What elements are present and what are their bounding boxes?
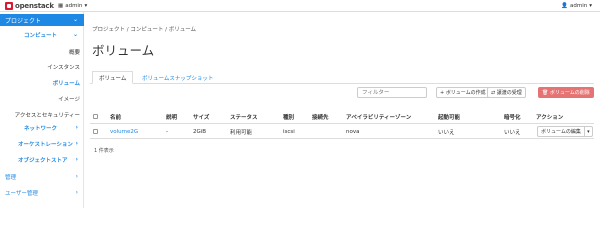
column-header-name[interactable]: 名前	[110, 109, 121, 124]
sidebar-item-label: プロジェクト	[5, 17, 42, 25]
accept-transfer-button[interactable]: ⇄ 譲渡の受理	[487, 87, 526, 98]
sidebar-item-object-store[interactable]: オブジェクトストア ›	[0, 155, 84, 165]
row-checkbox[interactable]	[93, 124, 98, 139]
sidebar-item-label: オーケストレーション	[18, 142, 73, 148]
sidebar-item-admin[interactable]: 管理 ›	[0, 172, 84, 182]
volume-description: -	[166, 128, 168, 135]
sidebar-item-identity[interactable]: ユーザー管理 ›	[0, 188, 84, 198]
page-title: ボリューム	[92, 43, 155, 58]
sidebar-item-orchestration[interactable]: オーケストレーション ›	[0, 139, 84, 149]
sidebar-item-instances[interactable]: インスタンス	[0, 62, 84, 72]
sidebar-item-label: コンピュート	[24, 33, 58, 39]
volume-size: 2GiB	[193, 128, 207, 135]
sidebar-item-access-security[interactable]: アクセスとセキュリティー	[0, 110, 84, 120]
delete-volumes-button[interactable]: 🗑 ボリュームの削除	[538, 87, 594, 98]
sidebar-item-label: 管理	[5, 175, 17, 181]
create-volume-button[interactable]: + ボリュームの作成	[436, 87, 490, 98]
sidebar-item-project[interactable]: プロジェクト ⌄	[0, 14, 84, 26]
project-selector-icon: ▦	[58, 3, 64, 9]
table-toolbar: + ボリュームの作成 ⇄ 譲渡の受理 🗑 ボリュームの削除	[84, 87, 600, 99]
project-selector[interactable]: ▦ admin ▾	[58, 3, 87, 9]
column-header-bootable[interactable]: 起動可能	[438, 109, 460, 124]
column-header-size[interactable]: サイズ	[193, 109, 209, 124]
chevron-right-icon: ›	[75, 189, 78, 196]
main-content: プロジェクト / コンピュート / ボリューム ボリューム ボリューム ボリュー…	[84, 12, 600, 208]
table-header-row: 名前 説明 サイズ ステータス 種別 接続先 アベイラビリティーゾーン 起動可能…	[90, 109, 594, 124]
column-header-status[interactable]: ステータス	[230, 109, 258, 124]
openstack-logo[interactable]: openstack	[5, 2, 54, 10]
chevron-right-icon: ›	[75, 140, 78, 147]
project-selector-label: admin	[65, 3, 83, 9]
chevron-down-icon: ⌄	[72, 31, 78, 38]
chevron-right-icon: ›	[75, 173, 78, 180]
sidebar-item-label: ユーザー管理	[5, 191, 38, 197]
logo-text: openstack	[15, 2, 54, 10]
sidebar-item-compute[interactable]: コンピュート ⌄	[0, 30, 84, 40]
top-bar: openstack ▦ admin ▾ 👤 admin ▾	[0, 0, 600, 12]
breadcrumb: プロジェクト / コンピュート / ボリューム	[92, 27, 197, 33]
sidebar-item-overview[interactable]: 概要	[0, 47, 84, 57]
volumes-table: 名前 説明 サイズ ステータス 種別 接続先 アベイラビリティーゾーン 起動可能…	[90, 109, 594, 139]
sidebar-item-label: インスタンス	[47, 65, 80, 71]
select-all-checkbox[interactable]	[93, 109, 98, 124]
user-icon: 👤	[561, 3, 568, 9]
volume-encrypted: いいえ	[504, 129, 521, 136]
user-menu[interactable]: 👤 admin ▾	[561, 3, 592, 9]
user-menu-label: admin	[570, 3, 588, 9]
chevron-right-icon: ›	[75, 124, 78, 131]
volume-name-link[interactable]: volume2G	[110, 124, 138, 139]
filter-input[interactable]	[357, 87, 427, 98]
edit-volume-action: ボリュームの編集 ▾	[537, 126, 593, 137]
sidebar-item-network[interactable]: ネットワーク ›	[0, 123, 84, 133]
column-header-description[interactable]: 説明	[166, 109, 177, 124]
chevron-down-icon: ▾	[589, 3, 592, 9]
tab-bar: ボリューム ボリュームスナップショット	[90, 71, 594, 84]
column-header-type[interactable]: 種別	[283, 109, 294, 124]
openstack-logo-icon	[5, 2, 13, 10]
sidebar-item-label: ボリューム	[52, 81, 80, 87]
sidebar-item-label: ネットワーク	[24, 126, 58, 132]
chevron-down-icon[interactable]: ▾	[583, 126, 592, 137]
column-header-attached-to[interactable]: 接続先	[312, 109, 329, 124]
sidebar-item-label: 概要	[68, 50, 80, 56]
column-header-actions: アクション	[536, 114, 564, 121]
table-row: volume2G - 2GiB 利用可能 iscsi nova いいえ いいえ …	[90, 124, 594, 139]
edit-volume-button[interactable]: ボリュームの編集	[538, 128, 584, 135]
volume-status: 利用可能	[230, 129, 253, 136]
chevron-down-icon: ⌄	[72, 16, 78, 23]
column-header-availability-zone[interactable]: アベイラビリティーゾーン	[346, 109, 411, 124]
column-header-encrypted[interactable]: 暗号化	[504, 109, 521, 124]
tab-volumes[interactable]: ボリューム	[92, 71, 134, 84]
sidebar-item-label: イメージ	[58, 97, 80, 103]
chevron-down-icon: ▾	[84, 3, 88, 9]
tab-volume-snapshots[interactable]: ボリュームスナップショット	[136, 71, 219, 84]
sidebar-item-label: オブジェクトストア	[18, 158, 68, 164]
volume-bootable: いいえ	[438, 129, 455, 136]
volume-zone: nova	[346, 128, 360, 135]
volume-type: iscsi	[283, 128, 295, 135]
sidebar-item-volumes[interactable]: ボリューム	[0, 78, 84, 88]
sidebar-item-images[interactable]: イメージ	[0, 94, 84, 104]
chevron-right-icon: ›	[75, 156, 78, 163]
sidebar: プロジェクト ⌄ コンピュート ⌄ 概要 インスタンス ボリューム イメージ ア…	[0, 12, 84, 208]
item-count: 1 件表示	[94, 148, 114, 154]
sidebar-item-label: アクセスとセキュリティー	[14, 113, 80, 119]
